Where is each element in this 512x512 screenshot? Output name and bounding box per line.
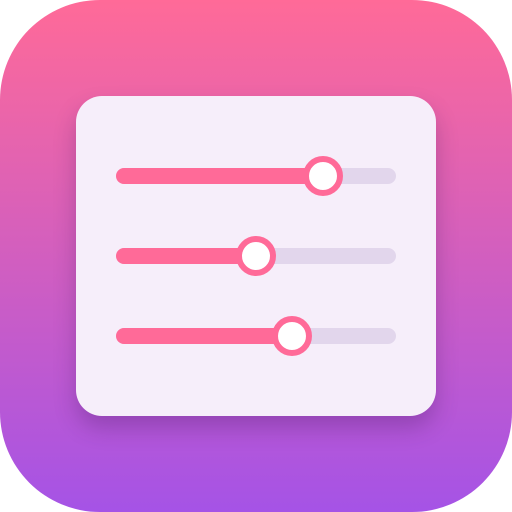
slider-knob[interactable] — [272, 316, 313, 356]
slider-knob[interactable] — [236, 236, 276, 276]
slider-fill — [116, 168, 324, 184]
slider-fill — [116, 328, 293, 344]
slider-knob[interactable] — [303, 156, 344, 196]
slider-fill — [116, 248, 256, 264]
slider-3[interactable] — [116, 316, 396, 356]
app-icon[interactable] — [0, 0, 512, 512]
slider-1[interactable] — [116, 156, 396, 196]
slider-2[interactable] — [116, 236, 396, 276]
settings-panel — [76, 96, 436, 416]
